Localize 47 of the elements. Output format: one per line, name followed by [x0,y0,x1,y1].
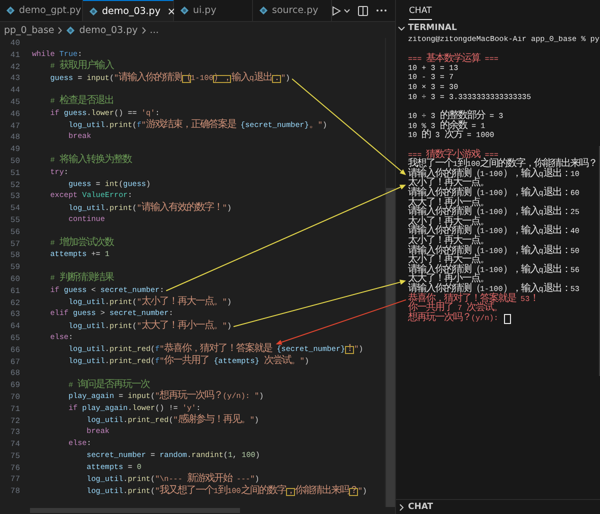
breadcrumb-item[interactable]: ... [150,24,159,36]
line-number: 40 [9,38,20,50]
line-number: 70 [9,392,20,404]
line-number: 51 [9,168,20,180]
line-number: 75 [9,450,20,463]
line-number: 52 [9,180,20,192]
breadcrumb-item[interactable]: pp_0_base [4,24,54,36]
line-number: 45 [9,96,20,109]
line-number: 57 [9,238,20,250]
section-title[interactable]: TERMINAL [408,23,457,33]
line-number: 76 [9,462,20,474]
line-number: 68 [9,368,20,380]
line-number: 44 [9,85,20,97]
line-number: 71 [9,404,20,416]
panel-tab[interactable]: CHAT [409,6,432,20]
line-number: 66 [9,344,20,357]
section-title[interactable]: CHAT [408,502,434,512]
line-number: 59 [9,262,20,274]
line-number: 72 [9,416,20,428]
line-number: 50 [9,156,20,168]
line-number: 62 [9,298,20,310]
line-number: 54 [9,203,20,215]
line-number: 53 [9,191,20,204]
line-number: 78 [9,486,20,498]
line-number: 60 [9,274,20,286]
line-number: 65 [9,332,20,345]
editor-tab[interactable]: ui.py [174,0,253,21]
line-number: 55 [9,214,20,227]
line-number: 46 [9,108,20,121]
line-number: 77 [9,474,20,486]
line-number: 47 [9,120,20,132]
line-number: 69 [9,380,20,392]
line-number: 58 [9,250,20,262]
line-number: 63 [9,309,20,322]
editor-tab[interactable]: demo_03.py [83,0,174,21]
line-number: 42 [9,62,20,74]
breadcrumb-item[interactable]: demo_03.py [79,24,138,36]
line-number: 43 [9,73,20,86]
line-number: 64 [9,321,20,333]
line-number: 48 [9,132,20,144]
line-number: 56 [9,226,20,239]
line-number: 74 [9,439,20,451]
line-number: 49 [9,144,20,156]
line-number: 73 [9,427,20,440]
line-number: 67 [9,356,20,368]
line-number: 61 [9,286,20,298]
line-number: 41 [9,50,20,62]
